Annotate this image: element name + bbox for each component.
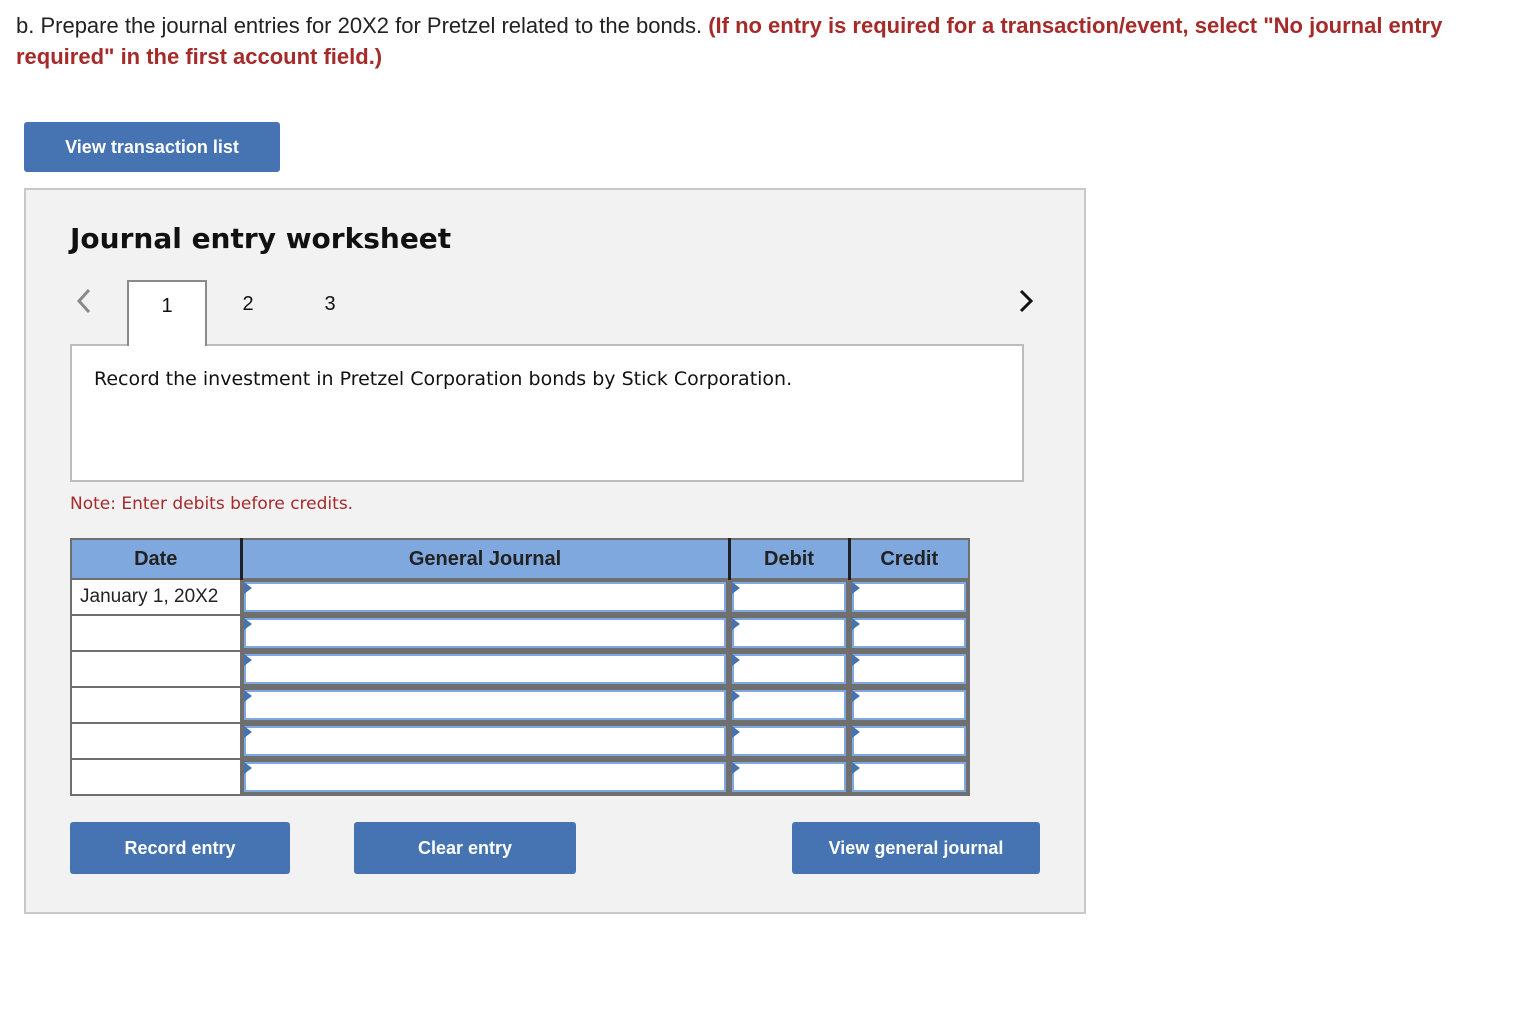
account-input[interactable] [244,582,726,612]
input-flag-icon [852,762,860,774]
dropdown-flag-icon [244,582,252,594]
input-flag-icon [852,618,860,630]
dropdown-flag-icon [244,618,252,630]
account-input[interactable] [244,726,726,756]
record-entry-button[interactable]: Record entry [70,822,290,874]
dropdown-flag-icon [244,726,252,738]
transaction-description: Record the investment in Pretzel Corpora… [94,368,793,390]
input-flag-icon [852,726,860,738]
debit-credit-note: Note: Enter debits before credits. [70,494,354,514]
header-credit: Credit [847,538,970,580]
input-flag-icon [732,582,740,594]
dropdown-flag-icon [244,762,252,774]
table-row [70,650,970,688]
dropdown-flag-icon [244,690,252,702]
input-flag-icon [852,582,860,594]
table-row [70,614,970,652]
journal-table: Date General Journal Debit Credit Januar… [70,538,970,796]
table-row: January 1, 20X2 [70,578,970,616]
debit-input[interactable] [732,762,846,792]
date-cell [70,650,242,688]
credit-input[interactable] [852,582,966,612]
debit-input[interactable] [732,690,846,720]
input-flag-icon [732,654,740,666]
tab-2[interactable]: 2 [208,280,288,344]
chevron-left-icon [76,288,91,314]
tab-3[interactable]: 3 [290,280,370,344]
table-row [70,722,970,760]
credit-input[interactable] [852,690,966,720]
transaction-description-box: Record the investment in Pretzel Corpora… [70,344,1024,482]
credit-input[interactable] [852,762,966,792]
input-flag-icon [732,762,740,774]
tab-1[interactable]: 1 [127,280,207,346]
account-input[interactable] [244,618,726,648]
worksheet-title: Journal entry worksheet [70,222,452,255]
debit-input[interactable] [732,654,846,684]
view-transaction-list-button[interactable]: View transaction list [24,122,280,172]
credit-input[interactable] [852,618,966,648]
dropdown-flag-icon [244,654,252,666]
table-row [70,758,970,796]
date-cell [70,758,242,796]
view-general-journal-button[interactable]: View general journal [792,822,1040,874]
question-prefix: b. Prepare the journal entries for 20X2 … [16,13,709,38]
header-debit: Debit [727,538,850,580]
account-input[interactable] [244,762,726,792]
input-flag-icon [732,726,740,738]
date-cell [70,686,242,724]
question-text: b. Prepare the journal entries for 20X2 … [16,10,1496,72]
credit-input[interactable] [852,654,966,684]
journal-entry-worksheet: Journal entry worksheet 1 2 3 Record the… [24,188,1086,914]
clear-entry-button[interactable]: Clear entry [354,822,576,874]
account-input[interactable] [244,690,726,720]
table-header-row: Date General Journal Debit Credit [70,538,970,580]
debit-input[interactable] [732,726,846,756]
debit-input[interactable] [732,618,846,648]
input-flag-icon [852,690,860,702]
next-button[interactable] [1014,286,1038,316]
date-cell: January 1, 20X2 [70,578,242,616]
date-cell [70,722,242,760]
input-flag-icon [732,618,740,630]
header-date: Date [70,538,242,580]
account-input[interactable] [244,654,726,684]
input-flag-icon [732,690,740,702]
header-general-journal: General Journal [239,538,730,580]
input-flag-icon [852,654,860,666]
date-cell [70,614,242,652]
previous-button[interactable] [72,286,96,316]
credit-input[interactable] [852,726,966,756]
debit-input[interactable] [732,582,846,612]
table-row [70,686,970,724]
chevron-right-icon [1019,289,1034,313]
